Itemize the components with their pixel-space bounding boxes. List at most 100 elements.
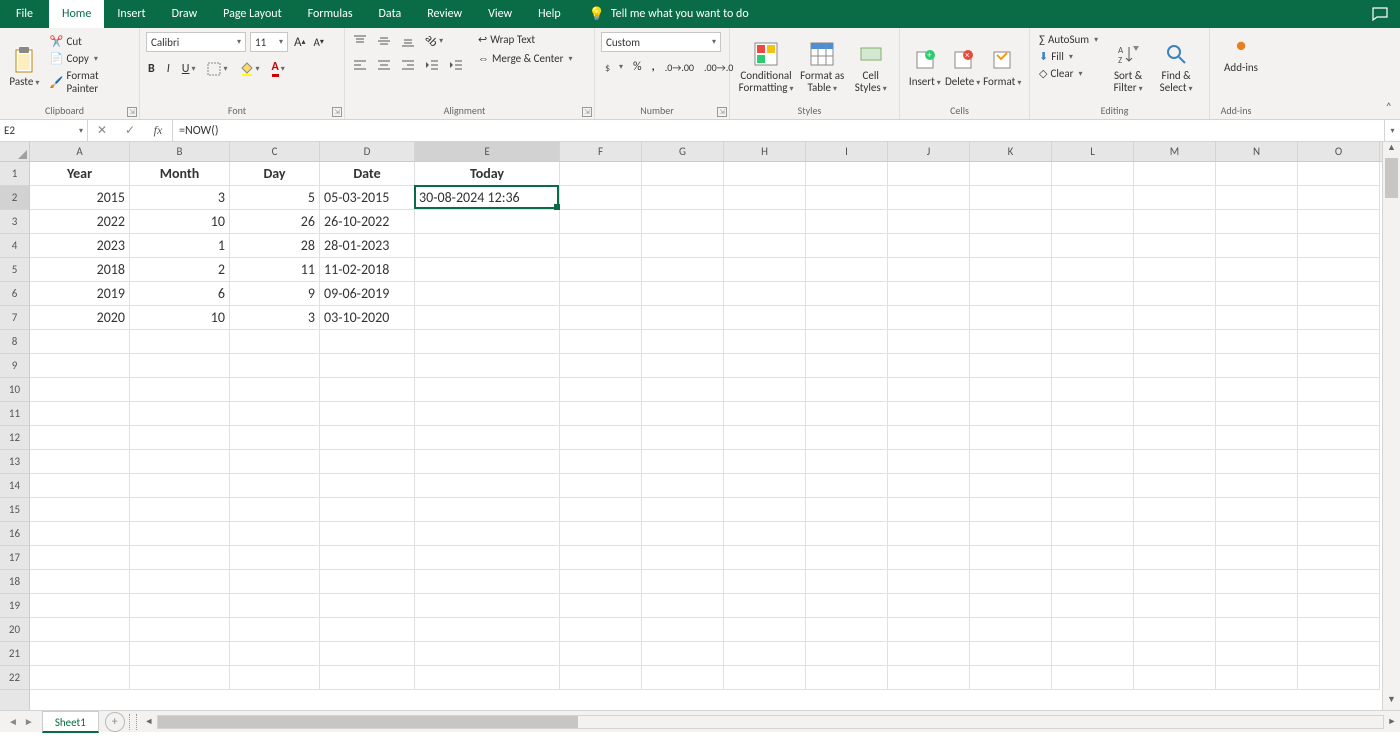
expand-formula-bar-button[interactable]: ▾ <box>1384 120 1400 141</box>
cell-G14[interactable] <box>642 474 724 498</box>
fill-button[interactable]: ⬇Fill <box>1036 49 1101 64</box>
cell-J18[interactable] <box>888 570 970 594</box>
cell-B6[interactable]: 6 <box>130 282 230 306</box>
cell-N9[interactable] <box>1216 354 1298 378</box>
cancel-formula-button[interactable]: ✕ <box>88 123 116 138</box>
cell-B7[interactable]: 10 <box>130 306 230 330</box>
cell-O14[interactable] <box>1298 474 1380 498</box>
cell-J21[interactable] <box>888 642 970 666</box>
cell-H19[interactable] <box>724 594 806 618</box>
cell-L4[interactable] <box>1052 234 1134 258</box>
scroll-left-button[interactable]: ◄ <box>141 716 157 727</box>
cell-G21[interactable] <box>642 642 724 666</box>
column-header-E[interactable]: E <box>415 142 560 161</box>
font-size-select[interactable]: 11▾ <box>250 32 288 52</box>
cell-F20[interactable] <box>560 618 642 642</box>
cell-B8[interactable] <box>130 330 230 354</box>
tab-insert[interactable]: Insert <box>104 0 158 28</box>
sheet-nav-next[interactable]: ► <box>24 715 34 728</box>
cell-B9[interactable] <box>130 354 230 378</box>
align-left-button[interactable] <box>351 56 369 74</box>
column-header-O[interactable]: O <box>1298 142 1380 161</box>
cell-C1[interactable]: Day <box>230 162 320 186</box>
cell-C3[interactable]: 26 <box>230 210 320 234</box>
cell-B18[interactable] <box>130 570 230 594</box>
format-cells-button[interactable]: Format <box>981 32 1023 102</box>
cell-J6[interactable] <box>888 282 970 306</box>
scroll-right-button[interactable]: ► <box>1384 716 1400 727</box>
cell-E6[interactable] <box>415 282 560 306</box>
cell-I20[interactable] <box>806 618 888 642</box>
row-header-11[interactable]: 11 <box>0 402 29 426</box>
cell-O4[interactable] <box>1298 234 1380 258</box>
align-top-button[interactable] <box>351 32 369 50</box>
cell-N15[interactable] <box>1216 498 1298 522</box>
cell-D2[interactable]: 05-03-2015 <box>320 186 415 210</box>
cell-A2[interactable]: 2015 <box>30 186 130 210</box>
cell-B14[interactable] <box>130 474 230 498</box>
find-select-button[interactable]: Find & Select <box>1155 32 1197 102</box>
cell-O5[interactable] <box>1298 258 1380 282</box>
accounting-format-button[interactable]: $ <box>601 58 625 76</box>
cell-E19[interactable] <box>415 594 560 618</box>
copy-button[interactable]: 📄Copy <box>47 51 133 66</box>
cell-A4[interactable]: 2023 <box>30 234 130 258</box>
cell-N20[interactable] <box>1216 618 1298 642</box>
increase-indent-button[interactable] <box>447 56 465 74</box>
row-header-1[interactable]: 1 <box>0 162 29 186</box>
cell-H21[interactable] <box>724 642 806 666</box>
cell-K7[interactable] <box>970 306 1052 330</box>
cell-L3[interactable] <box>1052 210 1134 234</box>
cell-M5[interactable] <box>1134 258 1216 282</box>
cell-L20[interactable] <box>1052 618 1134 642</box>
cell-F6[interactable] <box>560 282 642 306</box>
tab-data[interactable]: Data <box>366 0 415 28</box>
cell-M9[interactable] <box>1134 354 1216 378</box>
cell-K10[interactable] <box>970 378 1052 402</box>
cell-E4[interactable] <box>415 234 560 258</box>
cell-E15[interactable] <box>415 498 560 522</box>
cell-N21[interactable] <box>1216 642 1298 666</box>
cell-D4[interactable]: 28-01-2023 <box>320 234 415 258</box>
cell-E2[interactable]: 30-08-2024 12:36 <box>415 186 560 210</box>
row-header-6[interactable]: 6 <box>0 282 29 306</box>
cell-M12[interactable] <box>1134 426 1216 450</box>
cell-N14[interactable] <box>1216 474 1298 498</box>
cell-G3[interactable] <box>642 210 724 234</box>
cell-O12[interactable] <box>1298 426 1380 450</box>
formula-input[interactable]: =NOW() <box>173 120 1384 141</box>
borders-button[interactable] <box>205 60 229 78</box>
cell-L18[interactable] <box>1052 570 1134 594</box>
cell-K19[interactable] <box>970 594 1052 618</box>
row-header-13[interactable]: 13 <box>0 450 29 474</box>
cell-F7[interactable] <box>560 306 642 330</box>
comments-icon[interactable] <box>1372 7 1388 21</box>
cell-H7[interactable] <box>724 306 806 330</box>
cell-A3[interactable]: 2022 <box>30 210 130 234</box>
cell-K17[interactable] <box>970 546 1052 570</box>
cell-G18[interactable] <box>642 570 724 594</box>
row-header-10[interactable]: 10 <box>0 378 29 402</box>
align-center-button[interactable] <box>375 56 393 74</box>
cell-F19[interactable] <box>560 594 642 618</box>
cell-K8[interactable] <box>970 330 1052 354</box>
column-header-J[interactable]: J <box>888 142 970 161</box>
cell-F22[interactable] <box>560 666 642 690</box>
cell-F4[interactable] <box>560 234 642 258</box>
cell-H10[interactable] <box>724 378 806 402</box>
cell-K20[interactable] <box>970 618 1052 642</box>
cell-G10[interactable] <box>642 378 724 402</box>
hscroll-track[interactable] <box>157 715 1384 729</box>
cell-I14[interactable] <box>806 474 888 498</box>
cell-K9[interactable] <box>970 354 1052 378</box>
cell-H2[interactable] <box>724 186 806 210</box>
comma-button[interactable]: , <box>650 58 657 76</box>
add-sheet-button[interactable]: + <box>105 712 125 732</box>
cell-M17[interactable] <box>1134 546 1216 570</box>
clear-button[interactable]: ◇Clear <box>1036 66 1101 81</box>
cell-D12[interactable] <box>320 426 415 450</box>
cell-H1[interactable] <box>724 162 806 186</box>
cell-L6[interactable] <box>1052 282 1134 306</box>
cell-I3[interactable] <box>806 210 888 234</box>
cell-H6[interactable] <box>724 282 806 306</box>
